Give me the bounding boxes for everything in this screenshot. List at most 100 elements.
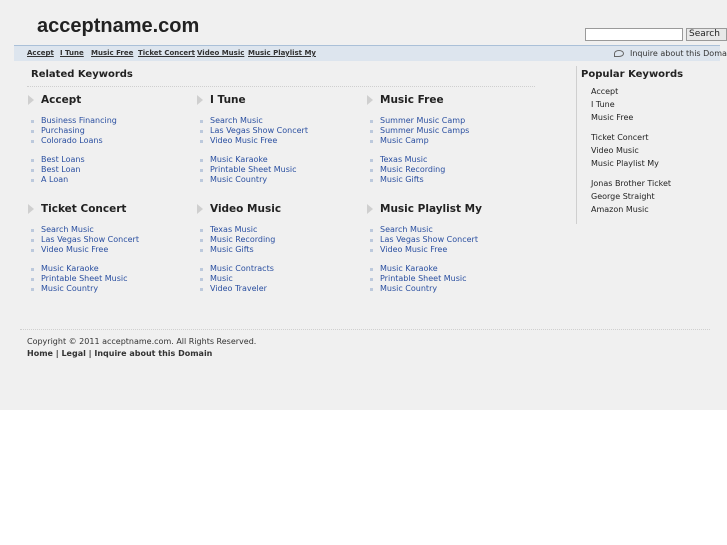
keyword-block-accept: Accept Business Financing Purchasing Col… bbox=[27, 93, 192, 185]
keyword-link[interactable]: Search Music bbox=[366, 225, 531, 235]
keyword-list: Music Contracts Music Video Traveler bbox=[196, 264, 361, 294]
keyword-link[interactable]: Music Recording bbox=[366, 165, 531, 175]
keyword-link[interactable]: Printable Sheet Music bbox=[366, 274, 531, 284]
keyword-link[interactable]: Music bbox=[196, 274, 361, 284]
keyword-link[interactable]: Texas Music bbox=[196, 225, 361, 235]
keyword-link[interactable]: Music Karaoke bbox=[27, 264, 192, 274]
keyword-link[interactable]: Video Traveler bbox=[196, 284, 361, 294]
arrow-right-icon bbox=[197, 204, 203, 214]
keyword-link[interactable]: Video Music Free bbox=[196, 136, 361, 146]
popular-keyword-link[interactable]: Accept bbox=[591, 85, 633, 98]
keyword-block-title[interactable]: Ticket Concert bbox=[27, 202, 192, 217]
keyword-block-title[interactable]: I Tune bbox=[196, 93, 361, 108]
arrow-right-icon bbox=[367, 95, 373, 105]
keyword-block-title[interactable]: Music Playlist My bbox=[366, 202, 531, 217]
footer-divider bbox=[20, 329, 710, 330]
keyword-list: Texas Music Music Recording Music Gifts bbox=[196, 225, 361, 255]
inquire-domain-link[interactable]: Inquire about this Domain bbox=[614, 49, 727, 58]
popular-keywords-sidebar: Popular Keywords Accept I Tune Music Fre… bbox=[576, 66, 727, 224]
keyword-link[interactable]: Video Music Free bbox=[27, 245, 192, 255]
copyright-text: Copyright © 2011 acceptname.com. All Rig… bbox=[27, 337, 257, 346]
arrow-right-icon bbox=[367, 204, 373, 214]
nav-link-ticket-concert[interactable]: Ticket Concert bbox=[138, 49, 195, 57]
keyword-block-music-playlist-my: Music Playlist My Search Music Las Vegas… bbox=[366, 202, 531, 294]
popular-keyword-link[interactable]: Jonas Brother Ticket bbox=[591, 177, 671, 190]
popular-keyword-link[interactable]: Ticket Concert bbox=[591, 131, 659, 144]
keyword-list: Music Karaoke Printable Sheet Music Musi… bbox=[196, 155, 361, 185]
footer-link-inquire[interactable]: Inquire about this Domain bbox=[94, 349, 212, 358]
arrow-right-icon bbox=[197, 95, 203, 105]
keyword-list: Music Karaoke Printable Sheet Music Musi… bbox=[27, 264, 192, 294]
keyword-link[interactable]: Printable Sheet Music bbox=[196, 165, 361, 175]
keyword-link[interactable]: Music Karaoke bbox=[196, 155, 361, 165]
popular-keyword-link[interactable]: Music Free bbox=[591, 111, 633, 124]
popular-keyword-link[interactable]: I Tune bbox=[591, 98, 633, 111]
keyword-link[interactable]: Search Music bbox=[196, 116, 361, 126]
keyword-link[interactable]: A Loan bbox=[27, 175, 192, 185]
keyword-link[interactable]: Music Camp bbox=[366, 136, 531, 146]
page-background: acceptname.com Search Accept I Tune Musi… bbox=[0, 0, 727, 410]
divider bbox=[27, 86, 535, 87]
footer-links: Home | Legal | Inquire about this Domain bbox=[27, 349, 212, 358]
keyword-link[interactable]: Music Gifts bbox=[196, 245, 361, 255]
search-input[interactable] bbox=[585, 28, 683, 41]
nav-link-accept[interactable]: Accept bbox=[27, 49, 54, 57]
keyword-block-music-free: Music Free Summer Music Camp Summer Musi… bbox=[366, 93, 531, 185]
keyword-block-title[interactable]: Accept bbox=[27, 93, 192, 108]
keyword-link[interactable]: Music Karaoke bbox=[366, 264, 531, 274]
keyword-link[interactable]: Summer Music Camp bbox=[366, 116, 531, 126]
keyword-link[interactable]: Purchasing bbox=[27, 126, 192, 136]
footer-link-legal[interactable]: Legal bbox=[61, 349, 85, 358]
speech-bubble-icon bbox=[614, 50, 624, 57]
keyword-link[interactable]: Music Gifts bbox=[366, 175, 531, 185]
nav-link-i-tune[interactable]: I Tune bbox=[60, 49, 84, 57]
keyword-link[interactable]: Video Music Free bbox=[366, 245, 531, 255]
search-button[interactable]: Search bbox=[686, 28, 727, 41]
keyword-list: Best Loans Best Loan A Loan bbox=[27, 155, 192, 185]
keyword-link[interactable]: Music Country bbox=[27, 284, 192, 294]
nav-link-music-playlist-my[interactable]: Music Playlist My bbox=[248, 49, 316, 57]
keyword-block-title[interactable]: Music Free bbox=[366, 93, 531, 108]
related-keywords-heading: Related Keywords bbox=[31, 69, 133, 80]
popular-keyword-list: Accept I Tune Music Free bbox=[591, 85, 633, 124]
keyword-block-video-music: Video Music Texas Music Music Recording … bbox=[196, 202, 361, 294]
popular-keyword-link[interactable]: Amazon Music bbox=[591, 203, 671, 216]
keyword-link[interactable]: Las Vegas Show Concert bbox=[366, 235, 531, 245]
popular-keyword-list: Jonas Brother Ticket George Straight Ama… bbox=[591, 177, 671, 216]
keyword-link[interactable]: Las Vegas Show Concert bbox=[27, 235, 192, 245]
keyword-list: Summer Music Camp Summer Music Camps Mus… bbox=[366, 116, 531, 146]
keyword-link[interactable]: Printable Sheet Music bbox=[27, 274, 192, 284]
keyword-link[interactable]: Music Contracts bbox=[196, 264, 361, 274]
nav-link-video-music[interactable]: Video Music bbox=[197, 49, 244, 57]
footer-link-home[interactable]: Home bbox=[27, 349, 53, 358]
keyword-block-ticket-concert: Ticket Concert Search Music Las Vegas Sh… bbox=[27, 202, 192, 294]
popular-keyword-list: Ticket Concert Video Music Music Playlis… bbox=[591, 131, 659, 170]
popular-keyword-link[interactable]: Video Music bbox=[591, 144, 659, 157]
keyword-link[interactable]: Best Loan bbox=[27, 165, 192, 175]
keyword-link[interactable]: Best Loans bbox=[27, 155, 192, 165]
popular-keyword-link[interactable]: George Straight bbox=[591, 190, 671, 203]
keyword-list: Texas Music Music Recording Music Gifts bbox=[366, 155, 531, 185]
keyword-link[interactable]: Music Recording bbox=[196, 235, 361, 245]
site-title[interactable]: acceptname.com bbox=[37, 15, 199, 38]
keyword-link[interactable]: Search Music bbox=[27, 225, 192, 235]
keyword-link[interactable]: Music Country bbox=[366, 284, 531, 294]
popular-keyword-link[interactable]: Music Playlist My bbox=[591, 157, 659, 170]
popular-keywords-heading: Popular Keywords bbox=[581, 69, 684, 80]
arrow-right-icon bbox=[28, 204, 34, 214]
nav-bar: Accept I Tune Music Free Ticket Concert … bbox=[14, 45, 727, 61]
nav-link-music-free[interactable]: Music Free bbox=[91, 49, 133, 57]
keyword-link[interactable]: Business Financing bbox=[27, 116, 192, 126]
keyword-link[interactable]: Colorado Loans bbox=[27, 136, 192, 146]
keyword-list: Search Music Las Vegas Show Concert Vide… bbox=[27, 225, 192, 255]
keyword-list: Business Financing Purchasing Colorado L… bbox=[27, 116, 192, 146]
keyword-list: Music Karaoke Printable Sheet Music Musi… bbox=[366, 264, 531, 294]
keyword-block-i-tune: I Tune Search Music Las Vegas Show Conce… bbox=[196, 93, 361, 185]
inquire-domain-label: Inquire about this Domain bbox=[630, 49, 727, 58]
arrow-right-icon bbox=[28, 95, 34, 105]
keyword-link[interactable]: Texas Music bbox=[366, 155, 531, 165]
keyword-link[interactable]: Music Country bbox=[196, 175, 361, 185]
keyword-link[interactable]: Las Vegas Show Concert bbox=[196, 126, 361, 136]
keyword-link[interactable]: Summer Music Camps bbox=[366, 126, 531, 136]
keyword-block-title[interactable]: Video Music bbox=[196, 202, 361, 217]
